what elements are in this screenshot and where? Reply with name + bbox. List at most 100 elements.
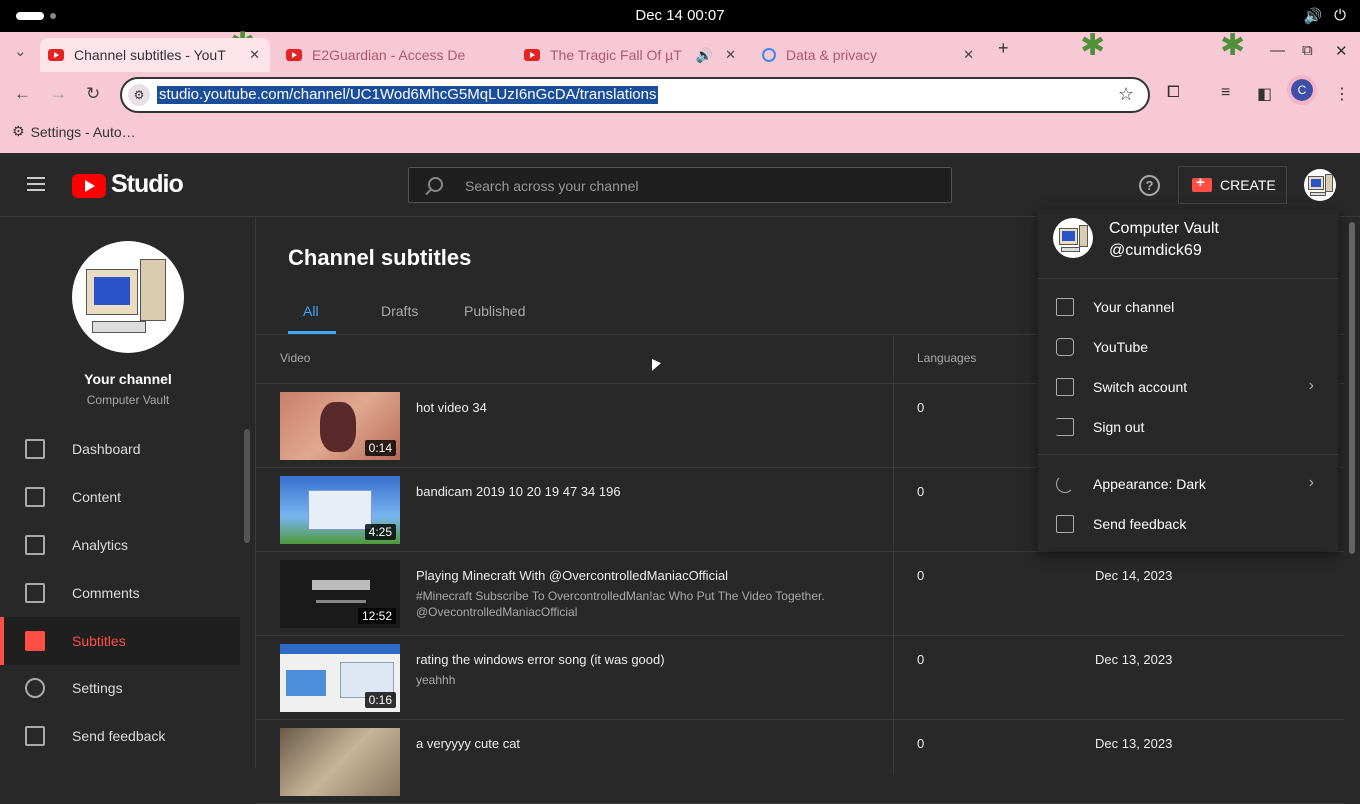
media-control-icon[interactable]: ≡ [1221, 84, 1230, 102]
tab-e2guardian[interactable]: E2Guardian - Access De [278, 38, 510, 72]
create-button[interactable]: CREATE [1178, 166, 1287, 204]
menu-item-switch-account[interactable]: Switch account › [1038, 367, 1338, 407]
account-handle: @cumdick69 [1109, 242, 1202, 259]
browser-profile-avatar[interactable]: C [1287, 75, 1317, 105]
new-tab-icon[interactable]: + [998, 38, 1009, 59]
sign-out-icon [1056, 418, 1074, 436]
youtube-favicon-icon [48, 49, 64, 61]
dashboard-icon [25, 439, 45, 459]
sidebar-item-dashboard[interactable]: Dashboard [0, 425, 240, 473]
menu-item-send-feedback[interactable]: Send feedback [1038, 504, 1338, 544]
channel-name: Computer Vault [86, 393, 170, 407]
studio-header: Studio Search across your channel ? CREA… [0, 153, 1360, 217]
sidebar-item-content[interactable]: Content [0, 473, 240, 521]
maximize-icon[interactable]: ⧉ [1302, 42, 1313, 59]
video-title[interactable]: hot video 34 [416, 400, 487, 415]
audio-playing-icon[interactable]: 🔊 [696, 47, 713, 64]
sidebar-scrollbar[interactable] [244, 429, 250, 543]
sidebar-item-comments[interactable]: Comments [0, 569, 240, 617]
menu-item-appearance[interactable]: Appearance: Dark › [1038, 464, 1338, 504]
sidebar-item-settings[interactable]: Settings [0, 664, 240, 712]
close-tab-icon[interactable]: ✕ [249, 47, 260, 63]
sidebar-item-subtitles[interactable]: Subtitles [0, 617, 240, 665]
video-title[interactable]: Playing Minecraft With @OvercontrolledMa… [416, 568, 728, 583]
chevron-right-icon: › [1308, 474, 1314, 491]
tab-search-chevron-icon[interactable]: ⌄ [14, 42, 27, 60]
video-thumbnail[interactable] [280, 728, 400, 796]
help-icon[interactable]: ? [1139, 175, 1160, 196]
table-row[interactable]: a veryyyy cute cat 0 Dec 13, 2023 [256, 720, 1344, 804]
google-favicon-icon [762, 48, 776, 62]
analytics-icon [25, 535, 45, 555]
table-row[interactable]: 0:16 rating the windows error song (it w… [256, 636, 1344, 720]
close-window-icon[interactable]: ✕ [1335, 42, 1348, 60]
tab-all[interactable]: All [303, 303, 319, 319]
extensions-icon[interactable]: ⧠ [1167, 84, 1180, 102]
video-thumbnail[interactable]: 4:25 [280, 476, 400, 544]
menu-item-sign-out[interactable]: Sign out [1038, 407, 1338, 447]
video-title[interactable]: bandicam 2019 10 20 19 47 34 196 [416, 484, 621, 499]
minimize-icon[interactable]: — [1270, 42, 1285, 59]
active-tab-indicator [288, 331, 336, 334]
video-date: Dec 13, 2023 [1095, 652, 1173, 667]
forward-icon[interactable]: → [50, 84, 67, 104]
channel-avatar[interactable] [72, 241, 184, 353]
menu-divider [1038, 278, 1338, 279]
tab-published[interactable]: Published [464, 303, 526, 319]
tab-tragic-fall[interactable]: The Tragic Fall Of µT 🔊 ✕ [516, 38, 746, 72]
back-icon[interactable]: ← [14, 84, 31, 104]
bookmark-item[interactable]: ⚙ Settings - Auto… [12, 123, 136, 140]
video-description: yeahhh [416, 673, 456, 687]
account-avatar[interactable] [1304, 169, 1336, 201]
gear-icon [25, 678, 45, 698]
video-title[interactable]: a veryyyy cute cat [416, 736, 520, 751]
os-clock[interactable]: Dec 14 00:07 [0, 7, 1360, 24]
tab-data-privacy[interactable]: Data & privacy ✕ [754, 38, 984, 72]
feedback-icon [1056, 515, 1074, 533]
video-date: Dec 13, 2023 [1095, 736, 1173, 751]
menu-item-your-channel[interactable]: Your channel [1038, 287, 1338, 327]
account-menu: Computer Vault @cumdick69 Your channel Y… [1038, 210, 1338, 551]
volume-icon[interactable]: 🔊 [1303, 7, 1322, 25]
content-icon [25, 487, 45, 507]
gear-icon: ⚙ [12, 123, 25, 139]
youtube-favicon-icon [286, 49, 302, 61]
main-scrollbar[interactable] [1349, 222, 1355, 554]
languages-count: 0 [917, 652, 925, 667]
hamburger-menu-icon[interactable] [27, 177, 45, 191]
page-title: Channel subtitles [288, 245, 472, 270]
switch-account-icon [1056, 378, 1074, 396]
studio-logo-text[interactable]: Studio [111, 170, 184, 199]
moon-icon [1056, 475, 1074, 493]
reload-icon[interactable]: ↻ [86, 84, 100, 104]
close-tab-icon[interactable]: ✕ [725, 47, 736, 63]
tab-drafts[interactable]: Drafts [381, 303, 418, 319]
sidebar-item-send-feedback[interactable]: Send feedback [0, 712, 240, 760]
languages-count: 0 [917, 400, 925, 415]
video-thumbnail[interactable]: 0:14 [280, 392, 400, 460]
video-title[interactable]: rating the windows error song (it was go… [416, 652, 665, 667]
youtube-favicon-icon [524, 49, 540, 61]
browser-chrome: ✱ ✱ ✱ ⌄ Channel subtitles - YouT ✕ E2Gua… [0, 27, 1360, 153]
languages-count: 0 [917, 568, 925, 583]
languages-count: 0 [917, 736, 925, 751]
video-thumbnail[interactable]: 12:52 [280, 560, 400, 628]
video-thumbnail[interactable]: 0:16 [280, 644, 400, 712]
power-icon[interactable]: ⏻ [1334, 7, 1346, 25]
tab-channel-subtitles[interactable]: Channel subtitles - YouT ✕ [40, 38, 270, 72]
table-row[interactable]: 12:52 Playing Minecraft With @Overcontro… [256, 552, 1344, 636]
browser-menu-icon[interactable]: ⋮ [1334, 84, 1350, 104]
bookmark-star-icon[interactable]: ☆ [1118, 84, 1134, 105]
your-channel-label: Your channel [84, 371, 172, 387]
feedback-icon [25, 726, 45, 746]
youtube-logo-icon[interactable] [72, 174, 106, 198]
menu-item-youtube[interactable]: YouTube [1038, 327, 1338, 367]
sidebar-item-analytics[interactable]: Analytics [0, 521, 240, 569]
url-text[interactable]: studio.youtube.com/channel/UC1Wod6MhcG5M… [157, 86, 659, 104]
close-tab-icon[interactable]: ✕ [963, 47, 974, 63]
address-bar[interactable]: ⚙ studio.youtube.com/channel/UC1Wod6MhcG… [120, 77, 1150, 113]
site-info-icon[interactable]: ⚙ [128, 84, 150, 106]
column-header-languages[interactable]: Languages [917, 351, 976, 365]
side-panel-icon[interactable]: ◧ [1257, 84, 1272, 104]
search-input[interactable]: Search across your channel [408, 167, 952, 203]
